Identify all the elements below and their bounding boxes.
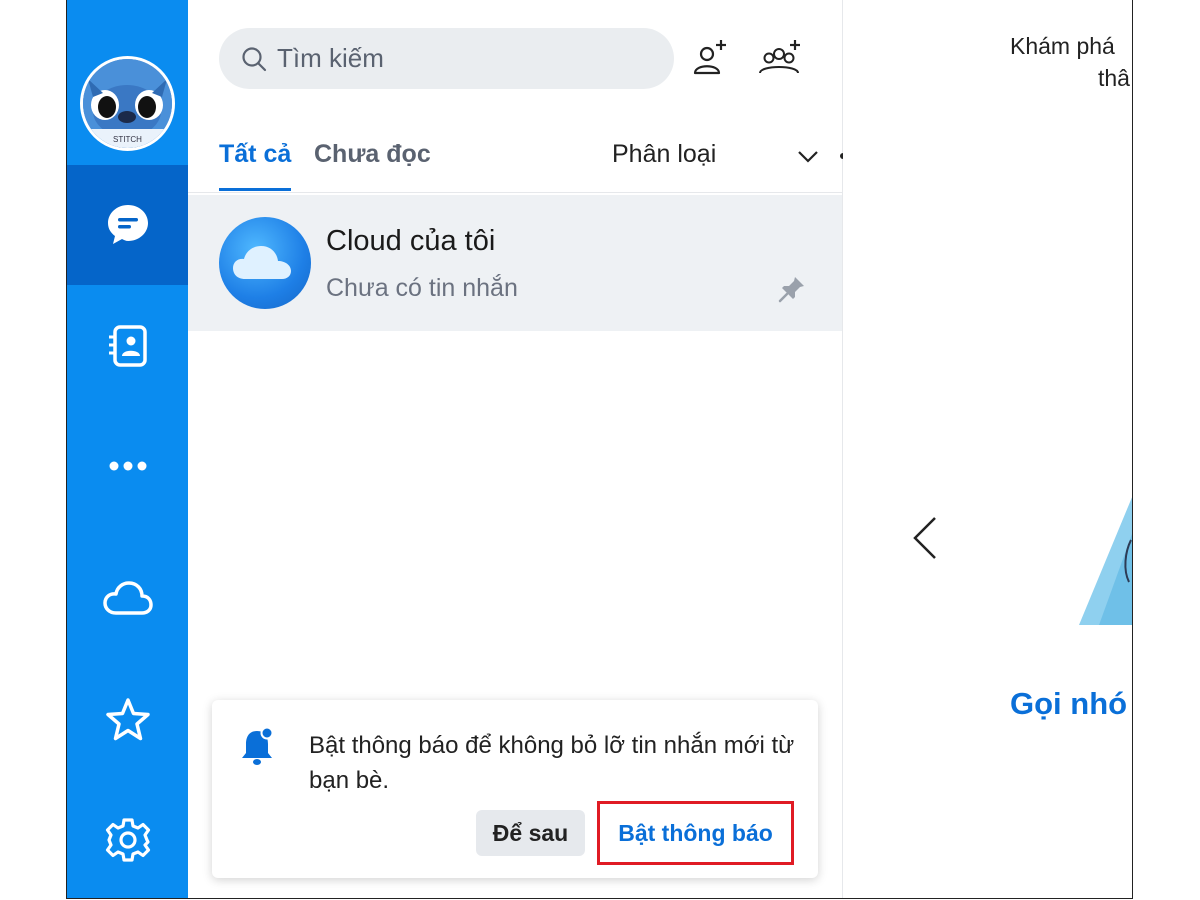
avatar-caption: STITCH: [113, 135, 142, 144]
conversation-name: Cloud của tôi: [326, 225, 496, 257]
avatar-image: STITCH: [83, 59, 172, 148]
later-button[interactable]: Để sau: [476, 810, 585, 856]
avatar[interactable]: STITCH: [80, 56, 175, 151]
create-group-icon[interactable]: [759, 38, 803, 76]
nav-favorites[interactable]: [67, 660, 188, 780]
conversation-avatar: [219, 217, 311, 309]
contacts-icon: [108, 325, 147, 367]
gear-icon: [105, 818, 150, 862]
enable-notifications-button[interactable]: Bật thông báo: [597, 801, 794, 865]
tab-all[interactable]: Tất cả: [219, 140, 292, 191]
welcome-text: Khám phá thâ: [1010, 30, 1130, 94]
nav-more[interactable]: [67, 406, 188, 526]
filter-dropdown[interactable]: Phân loại: [612, 140, 716, 169]
add-friend-icon[interactable]: [693, 38, 729, 76]
filter-label: Phân loại: [612, 140, 717, 168]
chevron-down-icon[interactable]: [797, 150, 819, 164]
nav-contacts[interactable]: [67, 286, 188, 406]
welcome-line-1: Khám phá: [1010, 33, 1115, 59]
sidebar: STITCH: [67, 0, 188, 898]
nav-settings[interactable]: [67, 780, 188, 898]
conversation-item[interactable]: Cloud của tôi Chưa có tin nhắn: [188, 195, 842, 331]
search-input[interactable]: Tìm kiếm: [219, 28, 674, 89]
star-icon: [105, 698, 150, 741]
conversation-panel: Tìm kiếm Tất cả Chưa đọc Phân loại Cloud…: [188, 0, 866, 898]
nav-cloud[interactable]: [67, 540, 188, 660]
search-placeholder: Tìm kiếm: [277, 43, 384, 73]
welcome-pane: Khám phá thâ Gọi nhó: [843, 0, 1132, 898]
pin-icon[interactable]: [778, 275, 806, 303]
search-icon: [242, 46, 267, 71]
divider: [188, 192, 842, 193]
cloud-icon: [102, 581, 153, 615]
welcome-line-2: thâ: [1098, 65, 1130, 91]
tab-unread[interactable]: Chưa đọc: [314, 140, 431, 169]
carousel-title: Gọi nhó: [1010, 686, 1128, 721]
chevron-left-icon[interactable]: [911, 515, 939, 561]
bell-icon: [242, 726, 274, 765]
notification-message: Bật thông báo để không bỏ lỡ tin nhắn mớ…: [309, 732, 795, 794]
notification-prompt: Bật thông báo để không bỏ lỡ tin nhắn mớ…: [212, 700, 818, 878]
chat-icon: [107, 205, 148, 244]
more-icon: [109, 461, 146, 471]
conversation-preview: Chưa có tin nhắn: [326, 274, 518, 302]
carousel-illustration: [1079, 497, 1132, 625]
cloud-avatar-icon: [233, 246, 291, 279]
app-window: STITCH Tìm kiếm Tất cả Chưa đọc Phân loạ…: [66, 0, 1133, 899]
nav-messages[interactable]: [67, 165, 188, 285]
